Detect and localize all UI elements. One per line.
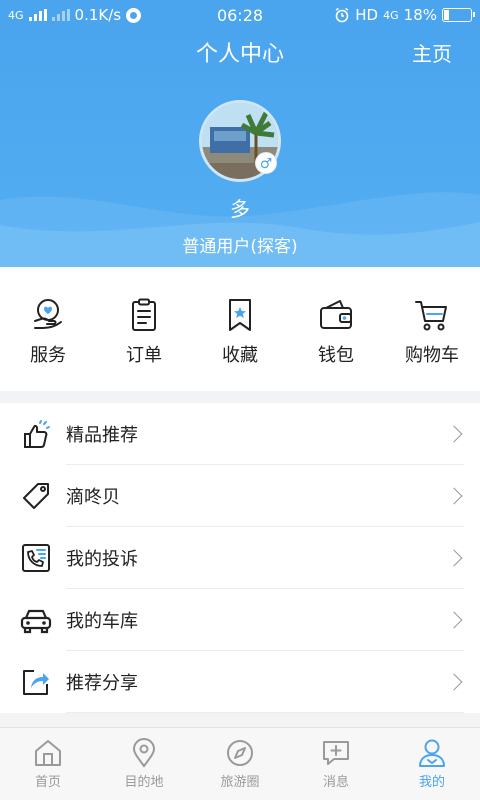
tab-label: 旅游圈 bbox=[220, 775, 260, 790]
menu-item-didongbei[interactable]: 滴咚贝 bbox=[0, 465, 480, 527]
menu-item-label: 推荐分享 bbox=[66, 673, 138, 694]
menu-item-recommended[interactable]: 精品推荐 bbox=[0, 403, 480, 465]
tab-travel-circle[interactable]: 旅游圈 bbox=[192, 728, 288, 800]
quick-action-label: 购物车 bbox=[405, 345, 459, 366]
profile-header: 4G 0.1K/s 06:28 HD 4G 18% 个人中心 主页 ♂ 多 普通… bbox=[0, 0, 480, 267]
bookmark-icon bbox=[229, 299, 251, 331]
compass-icon bbox=[227, 740, 253, 766]
alarm-icon bbox=[335, 7, 349, 23]
quick-actions: 服务 订单 收藏 钱包 购物车 bbox=[0, 267, 480, 391]
username: 多 bbox=[230, 197, 250, 221]
quick-action-order[interactable]: 订单 bbox=[96, 267, 192, 391]
chevron-right-icon bbox=[445, 673, 463, 691]
battery-icon bbox=[442, 8, 475, 22]
quick-action-favorites[interactable]: 收藏 bbox=[192, 267, 288, 391]
user-icon bbox=[419, 739, 445, 767]
quick-action-service[interactable]: 服务 bbox=[0, 267, 96, 391]
service-icon bbox=[34, 299, 62, 329]
home-link[interactable]: 主页 bbox=[412, 38, 452, 67]
user-level: 普通用户(探客) bbox=[182, 237, 298, 257]
menu-item-garage[interactable]: 我的车库 bbox=[0, 589, 480, 651]
menu-item-complaints[interactable]: 我的投诉 bbox=[0, 527, 480, 589]
tab-messages[interactable]: 消息 bbox=[288, 728, 384, 800]
chevron-right-icon bbox=[445, 425, 463, 443]
share-icon bbox=[18, 664, 54, 700]
cart-icon bbox=[415, 301, 447, 331]
menu-item-label: 我的车库 bbox=[66, 611, 138, 632]
quick-action-label: 服务 bbox=[30, 345, 66, 366]
tab-label: 消息 bbox=[322, 775, 349, 790]
menu-list: 精品推荐 滴咚贝 我的投诉 我的车库 推荐分享 bbox=[0, 403, 480, 713]
location-pin-icon bbox=[132, 738, 156, 768]
hd-indicator: HD bbox=[355, 6, 379, 24]
status-bar: 4G 0.1K/s 06:28 HD 4G 18% bbox=[0, 0, 480, 32]
tab-label: 目的地 bbox=[124, 775, 164, 790]
tab-label: 我的 bbox=[418, 775, 445, 790]
menu-item-share[interactable]: 推荐分享 bbox=[0, 651, 480, 713]
thumbs-up-icon bbox=[18, 416, 54, 452]
chevron-right-icon bbox=[445, 611, 463, 629]
tab-label: 首页 bbox=[34, 775, 61, 790]
quick-action-wallet[interactable]: 钱包 bbox=[288, 267, 384, 391]
chevron-right-icon bbox=[445, 487, 463, 505]
quick-action-cart[interactable]: 购物车 bbox=[384, 267, 480, 391]
bottom-nav: 首页 目的地 旅游圈 消息 我的 bbox=[0, 727, 480, 800]
network-type-right: 4G bbox=[383, 8, 399, 22]
gender-male-icon: ♂ bbox=[255, 152, 277, 174]
complaint-phone-icon bbox=[18, 540, 54, 576]
quick-action-label: 订单 bbox=[126, 345, 162, 366]
quick-action-label: 收藏 bbox=[222, 345, 258, 366]
menu-item-label: 滴咚贝 bbox=[66, 487, 120, 508]
tab-home[interactable]: 首页 bbox=[0, 728, 96, 800]
battery-percent: 18% bbox=[403, 6, 437, 24]
tab-mine[interactable]: 我的 bbox=[384, 728, 480, 800]
menu-item-label: 精品推荐 bbox=[66, 425, 138, 446]
chevron-right-icon bbox=[445, 549, 463, 567]
tag-icon bbox=[18, 478, 54, 514]
quick-action-label: 钱包 bbox=[318, 345, 354, 366]
car-icon bbox=[18, 602, 54, 638]
tab-destination[interactable]: 目的地 bbox=[96, 728, 192, 800]
wallet-icon bbox=[320, 300, 352, 329]
home-icon bbox=[35, 740, 61, 766]
page-title: 个人中心 bbox=[195, 42, 284, 67]
order-icon bbox=[132, 298, 156, 331]
menu-item-label: 我的投诉 bbox=[66, 549, 138, 570]
message-icon bbox=[323, 741, 349, 765]
